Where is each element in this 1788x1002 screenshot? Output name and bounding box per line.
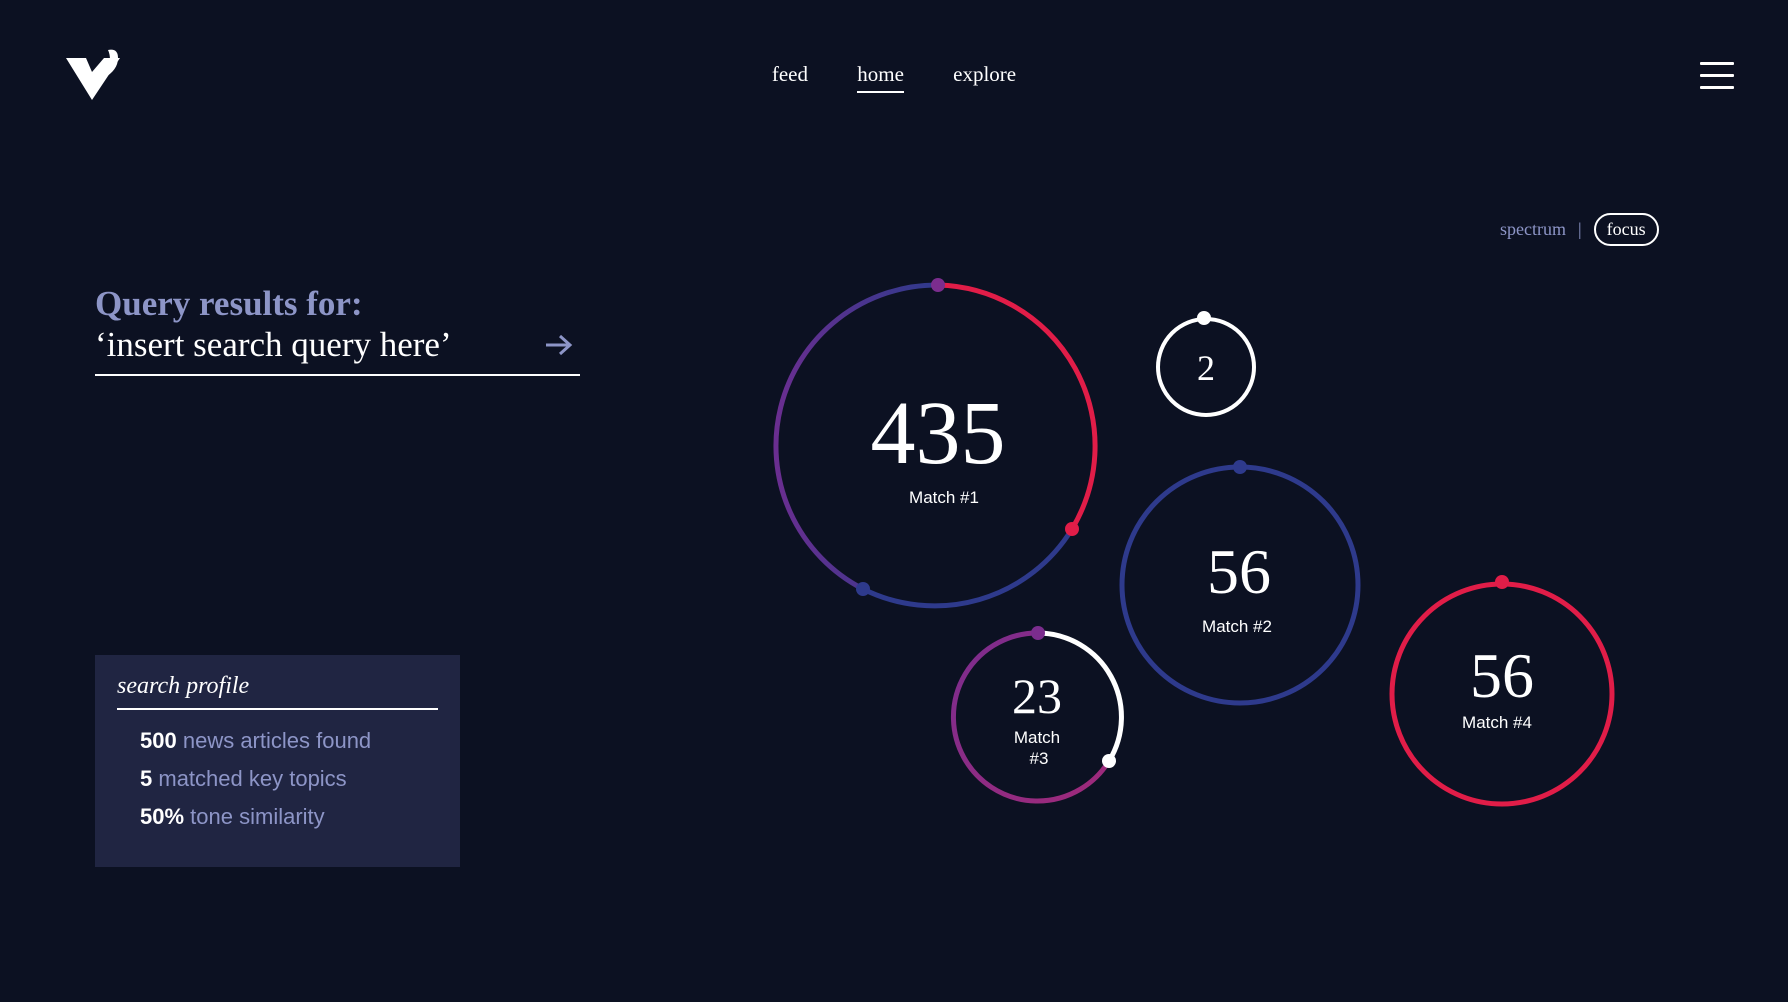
match-3-count: 23	[1012, 668, 1062, 724]
match-3-label: Match	[1014, 728, 1060, 747]
match-1-arc-blue	[861, 527, 1075, 609]
match-2-dot	[1233, 460, 1247, 474]
match-1-dot	[1065, 522, 1079, 536]
small-count: 2	[1197, 348, 1215, 388]
match-2-count: 56	[1207, 536, 1271, 607]
match-bubble-4[interactable]: 56 Match #4	[1389, 575, 1615, 807]
match-1-dot	[931, 278, 945, 292]
match-3-label: #3	[1030, 749, 1049, 768]
match-1-dot	[856, 582, 870, 596]
match-4-count: 56	[1470, 640, 1534, 711]
match-3-dot	[1031, 626, 1045, 640]
small-dot	[1197, 311, 1211, 325]
match-1-label: Match #1	[909, 488, 979, 507]
match-bubble-small[interactable]: 2	[1156, 311, 1256, 417]
match-bubble-3[interactable]: 23 Match #3	[951, 626, 1124, 804]
match-bubble-2[interactable]: 56 Match #2	[1119, 460, 1361, 706]
match-bubbles: 435 Match #1 2 56 Match #2 23 Match #3 5…	[773, 278, 1615, 807]
match-4-label: Match #4	[1462, 713, 1532, 732]
match-2-label: Match #2	[1202, 617, 1272, 636]
match-3-dot	[1102, 754, 1116, 768]
match-1-count: 435	[871, 384, 1006, 483]
match-bubble-1[interactable]: 435 Match #1	[773, 278, 1098, 609]
match-4-dot	[1495, 575, 1509, 589]
